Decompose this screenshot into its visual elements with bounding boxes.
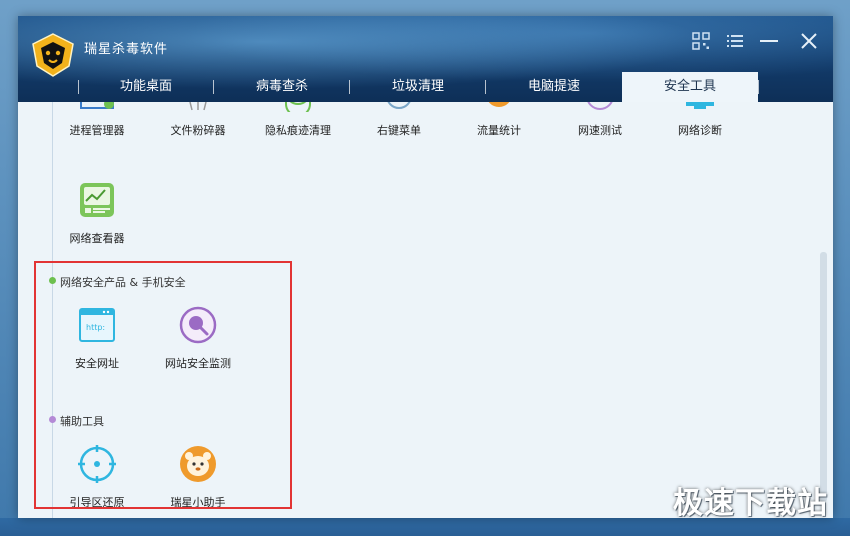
title-bar: 瑞星杀毒软件 功能桌面 病毒查杀 垃圾清理 电脑提速 安全工具 bbox=[18, 16, 833, 102]
network-diagnosis-icon bbox=[680, 102, 720, 112]
privacy-cleaner-icon bbox=[278, 102, 318, 112]
menu-icon bbox=[727, 35, 743, 47]
tab-pc-speedup[interactable]: 电脑提速 bbox=[486, 72, 622, 102]
tab-virus-scan[interactable]: 病毒查杀 bbox=[214, 72, 350, 102]
qr-code-icon bbox=[692, 32, 710, 50]
network-viewer-icon bbox=[80, 183, 114, 217]
menu-button[interactable] bbox=[724, 30, 746, 52]
main-tabs: 功能桌面 病毒查杀 垃圾清理 电脑提速 安全工具 bbox=[78, 72, 759, 102]
tab-feature-desktop[interactable]: 功能桌面 bbox=[78, 72, 214, 102]
app-window: 瑞星杀毒软件 功能桌面 病毒查杀 垃圾清理 电脑提速 安全工具 进程管理器 文件… bbox=[18, 16, 833, 518]
tool-label: 网速测试 bbox=[578, 124, 622, 137]
tab-junk-cleanup[interactable]: 垃圾清理 bbox=[350, 72, 486, 102]
tool-label: 隐私痕迹清理 bbox=[265, 124, 331, 137]
tool-traffic-stats[interactable]: 流量统计 bbox=[455, 102, 543, 138]
tool-label: 网络查看器 bbox=[69, 232, 125, 245]
tool-speed-test[interactable]: 网速测试 bbox=[556, 102, 644, 138]
tab-label: 电脑提速 bbox=[527, 79, 580, 94]
highlight-box bbox=[34, 261, 292, 509]
tool-process-manager[interactable]: 进程管理器 bbox=[53, 102, 141, 138]
file-shredder-icon bbox=[178, 102, 218, 112]
tool-label: 文件粉碎器 bbox=[170, 124, 226, 137]
tools-panel: 进程管理器 文件粉碎器 隐私痕迹清理 右键菜单 流量统计 网速测试 网络诊断 网… bbox=[18, 102, 833, 518]
traffic-stats-icon bbox=[479, 102, 519, 112]
tool-label: 网络诊断 bbox=[678, 124, 722, 137]
tab-label: 病毒查杀 bbox=[255, 79, 308, 94]
tab-separator bbox=[78, 80, 79, 94]
tool-privacy-cleaner[interactable]: 隐私痕迹清理 bbox=[254, 102, 342, 138]
tab-security-tools[interactable]: 安全工具 bbox=[622, 72, 759, 102]
tool-label: 进程管理器 bbox=[69, 124, 125, 137]
tool-label: 流量统计 bbox=[477, 124, 521, 137]
tool-label: 右键菜单 bbox=[377, 124, 421, 137]
process-manager-icon bbox=[77, 102, 117, 112]
minimize-icon bbox=[760, 40, 778, 42]
speed-test-icon bbox=[580, 102, 620, 112]
tab-label: 垃圾清理 bbox=[391, 79, 444, 94]
tool-context-menu[interactable]: 右键菜单 bbox=[355, 102, 443, 138]
tool-network-diagnosis[interactable]: 网络诊断 bbox=[656, 102, 744, 138]
qr-code-button[interactable] bbox=[690, 30, 712, 52]
minimize-button[interactable] bbox=[758, 30, 780, 52]
close-button[interactable] bbox=[798, 30, 820, 52]
tab-label: 功能桌面 bbox=[119, 79, 172, 94]
context-menu-icon bbox=[379, 102, 419, 112]
lion-logo-icon bbox=[32, 33, 74, 77]
vertical-scrollbar[interactable] bbox=[820, 252, 827, 502]
tab-separator bbox=[758, 80, 759, 94]
close-icon bbox=[801, 33, 817, 49]
watermark: 极速下载站 bbox=[673, 486, 828, 521]
tool-network-viewer[interactable]: 网络查看器 bbox=[53, 180, 141, 246]
tool-file-shredder[interactable]: 文件粉碎器 bbox=[154, 102, 242, 138]
app-title: 瑞星杀毒软件 bbox=[84, 42, 169, 57]
tab-label: 安全工具 bbox=[663, 79, 716, 94]
